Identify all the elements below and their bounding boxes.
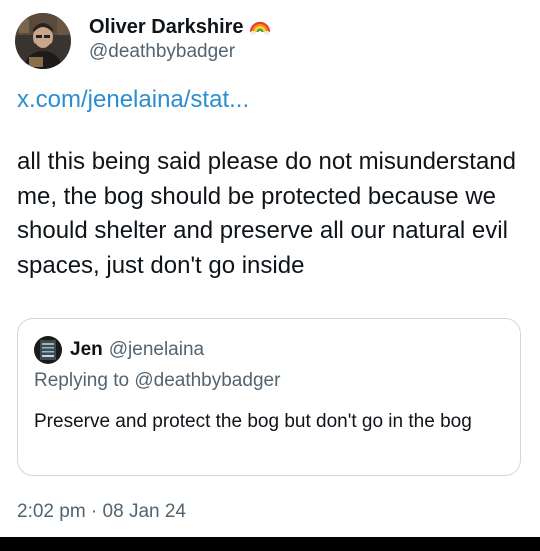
bottom-bar [0, 537, 540, 551]
display-name-row: Oliver Darkshire [89, 14, 271, 40]
tweet-link[interactable]: x.com/jenelaina/stat... [17, 84, 249, 116]
quoted-tweet-text: Preserve and protect the bog but don't g… [34, 411, 472, 432]
author-avatar[interactable] [15, 13, 71, 69]
tweet-page: Oliver Darkshire @deathbybadger x.com/je… [0, 0, 540, 551]
tweet-timestamp[interactable]: 2:02 pm · 08 Jan 24 [17, 500, 186, 524]
quoted-tweet-card[interactable]: Jen @jenelaina Replying to @deathbybadge… [17, 318, 521, 476]
tweet-header: Oliver Darkshire @deathbybadger [15, 13, 271, 69]
replying-to-line: Replying to @deathbybadger [34, 369, 280, 393]
quoted-author-avatar[interactable] [34, 336, 62, 364]
quoted-author-handle[interactable]: @jenelaina [109, 339, 204, 361]
tweet-text: all this being said please do not misund… [17, 148, 523, 279]
author-names: Oliver Darkshire @deathbybadger [89, 14, 271, 64]
replying-to-mention[interactable]: @deathbybadger [134, 370, 280, 391]
quoted-tweet-header: Jen @jenelaina [34, 336, 204, 364]
quoted-author-name[interactable]: Jen [70, 339, 103, 361]
author-handle[interactable]: @deathbybadger [89, 40, 271, 64]
rainbow-icon [249, 16, 271, 38]
replying-to-label: Replying to [34, 370, 130, 391]
author-display-name[interactable]: Oliver Darkshire [89, 14, 244, 40]
